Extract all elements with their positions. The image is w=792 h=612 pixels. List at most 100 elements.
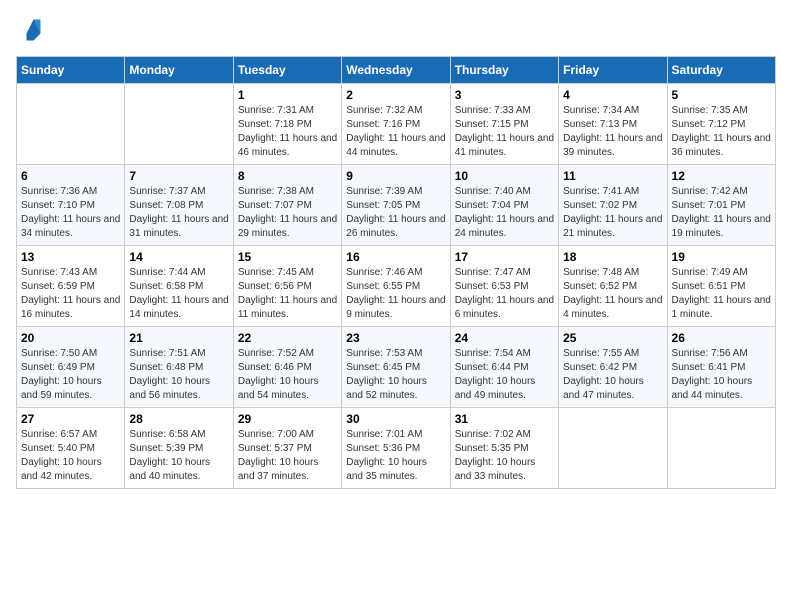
day-number: 1 — [238, 88, 337, 102]
calendar-week-3: 13 Sunrise: 7:43 AM Sunset: 6:59 PM Dayli… — [17, 246, 776, 327]
day-number: 26 — [672, 331, 771, 345]
day-header-friday: Friday — [559, 57, 667, 84]
calendar-cell: 12Sunrise: 7:42 AM Sunset: 7:01 PM Dayli… — [667, 165, 775, 246]
calendar-week-1: 1 Sunrise: 7:31 AM Sunset: 7:18 PM Daylig… — [17, 84, 776, 165]
day-info: Sunrise: 7:34 AM Sunset: 7:13 PM Dayligh… — [563, 104, 662, 160]
calendar-cell: 27 Sunrise: 6:57 AM Sunset: 5:40 PM Dayli… — [17, 408, 125, 489]
day-number: 16 — [346, 250, 445, 264]
calendar-cell: 7 Sunrise: 7:37 AM Sunset: 7:08 PM Daylig… — [125, 165, 233, 246]
day-number: 22 — [238, 331, 337, 345]
day-number: 27 — [21, 412, 120, 426]
calendar-cell: 26 Sunrise: 7:56 AM Sunset: 6:41 PM Dayli… — [667, 327, 775, 408]
day-number: 8 — [238, 169, 337, 183]
calendar-table: SundayMondayTuesdayWednesdayThursdayFrid… — [16, 56, 776, 489]
day-info: Sunrise: 7:47 AM Sunset: 6:53 PM Dayligh… — [455, 266, 554, 322]
day-info: Sunrise: 7:39 AM Sunset: 7:05 PM Dayligh… — [346, 185, 445, 241]
day-header-tuesday: Tuesday — [233, 57, 341, 84]
day-header-wednesday: Wednesday — [342, 57, 450, 84]
day-number: 17 — [455, 250, 554, 264]
calendar-week-4: 20 Sunrise: 7:50 AM Sunset: 6:49 PM Dayli… — [17, 327, 776, 408]
calendar-cell: 24Sunrise: 7:54 AM Sunset: 6:44 PM Dayli… — [450, 327, 558, 408]
day-info: Sunrise: 7:54 AM Sunset: 6:44 PM Dayligh… — [455, 347, 554, 403]
day-number: 28 — [129, 412, 228, 426]
day-info: Sunrise: 7:53 AM Sunset: 6:45 PM Dayligh… — [346, 347, 445, 403]
calendar-cell: 18 Sunrise: 7:48 AM Sunset: 6:52 PM Dayli… — [559, 246, 667, 327]
day-number: 21 — [129, 331, 228, 345]
day-info: Sunrise: 7:31 AM Sunset: 7:18 PM Dayligh… — [238, 104, 337, 160]
day-info: Sunrise: 7:37 AM Sunset: 7:08 PM Dayligh… — [129, 185, 228, 241]
day-number: 30 — [346, 412, 445, 426]
day-number: 14 — [129, 250, 228, 264]
day-number: 13 — [21, 250, 120, 264]
day-number: 7 — [129, 169, 228, 183]
calendar-cell: 16 Sunrise: 7:46 AM Sunset: 6:55 PM Dayli… — [342, 246, 450, 327]
day-info: Sunrise: 7:50 AM Sunset: 6:49 PM Dayligh… — [21, 347, 120, 403]
day-info: Sunrise: 7:48 AM Sunset: 6:52 PM Dayligh… — [563, 266, 662, 322]
day-info: Sunrise: 7:35 AM Sunset: 7:12 PM Dayligh… — [672, 104, 771, 160]
day-info: Sunrise: 7:36 AM Sunset: 7:10 PM Dayligh… — [21, 185, 120, 241]
calendar-cell: 20 Sunrise: 7:50 AM Sunset: 6:49 PM Dayli… — [17, 327, 125, 408]
calendar-cell: 21 Sunrise: 7:51 AM Sunset: 6:48 PM Dayli… — [125, 327, 233, 408]
calendar-cell: 3Sunrise: 7:33 AM Sunset: 7:15 PM Daylig… — [450, 84, 558, 165]
day-info: Sunrise: 7:44 AM Sunset: 6:58 PM Dayligh… — [129, 266, 228, 322]
calendar-cell: 5 Sunrise: 7:35 AM Sunset: 7:12 PM Daylig… — [667, 84, 775, 165]
day-header-thursday: Thursday — [450, 57, 558, 84]
day-info: Sunrise: 7:45 AM Sunset: 6:56 PM Dayligh… — [238, 266, 337, 322]
calendar-cell: 29 Sunrise: 7:00 AM Sunset: 5:37 PM Dayli… — [233, 408, 341, 489]
calendar-cell: 4 Sunrise: 7:34 AM Sunset: 7:13 PM Daylig… — [559, 84, 667, 165]
day-header-saturday: Saturday — [667, 57, 775, 84]
day-info: Sunrise: 7:56 AM Sunset: 6:41 PM Dayligh… — [672, 347, 771, 403]
day-info: Sunrise: 7:46 AM Sunset: 6:55 PM Dayligh… — [346, 266, 445, 322]
calendar-cell: 2 Sunrise: 7:32 AM Sunset: 7:16 PM Daylig… — [342, 84, 450, 165]
calendar-cell: 17 Sunrise: 7:47 AM Sunset: 6:53 PM Dayli… — [450, 246, 558, 327]
calendar-cell: 8Sunrise: 7:38 AM Sunset: 7:07 PM Daylig… — [233, 165, 341, 246]
day-info: Sunrise: 7:41 AM Sunset: 7:02 PM Dayligh… — [563, 185, 662, 241]
day-number: 11 — [563, 169, 662, 183]
day-number: 23 — [346, 331, 445, 345]
calendar-cell: 13 Sunrise: 7:43 AM Sunset: 6:59 PM Dayli… — [17, 246, 125, 327]
calendar-cell: 10Sunrise: 7:40 AM Sunset: 7:04 PM Dayli… — [450, 165, 558, 246]
calendar-cell — [667, 408, 775, 489]
calendar-cell: 23 Sunrise: 7:53 AM Sunset: 6:45 PM Dayli… — [342, 327, 450, 408]
day-info: Sunrise: 7:43 AM Sunset: 6:59 PM Dayligh… — [21, 266, 120, 322]
day-number: 2 — [346, 88, 445, 102]
calendar-week-5: 27 Sunrise: 6:57 AM Sunset: 5:40 PM Dayli… — [17, 408, 776, 489]
calendar-cell — [125, 84, 233, 165]
day-number: 9 — [346, 169, 445, 183]
day-number: 10 — [455, 169, 554, 183]
day-header-sunday: Sunday — [17, 57, 125, 84]
day-info: Sunrise: 7:02 AM Sunset: 5:35 PM Dayligh… — [455, 428, 554, 484]
calendar-cell: 25Sunrise: 7:55 AM Sunset: 6:42 PM Dayli… — [559, 327, 667, 408]
day-info: Sunrise: 7:00 AM Sunset: 5:37 PM Dayligh… — [238, 428, 337, 484]
logo — [16, 16, 48, 44]
calendar-cell: 14 Sunrise: 7:44 AM Sunset: 6:58 PM Dayli… — [125, 246, 233, 327]
day-number: 31 — [455, 412, 554, 426]
logo-icon — [16, 16, 44, 44]
day-number: 3 — [455, 88, 554, 102]
day-info: Sunrise: 6:57 AM Sunset: 5:40 PM Dayligh… — [21, 428, 120, 484]
day-number: 12 — [672, 169, 771, 183]
calendar-cell — [559, 408, 667, 489]
day-number: 18 — [563, 250, 662, 264]
calendar-cell: 31 Sunrise: 7:02 AM Sunset: 5:35 PM Dayli… — [450, 408, 558, 489]
day-number: 29 — [238, 412, 337, 426]
day-number: 20 — [21, 331, 120, 345]
calendar-cell: 19Sunrise: 7:49 AM Sunset: 6:51 PM Dayli… — [667, 246, 775, 327]
day-info: Sunrise: 7:49 AM Sunset: 6:51 PM Dayligh… — [672, 266, 771, 322]
day-info: Sunrise: 7:52 AM Sunset: 6:46 PM Dayligh… — [238, 347, 337, 403]
day-info: Sunrise: 6:58 AM Sunset: 5:39 PM Dayligh… — [129, 428, 228, 484]
calendar-week-2: 6 Sunrise: 7:36 AM Sunset: 7:10 PM Daylig… — [17, 165, 776, 246]
day-info: Sunrise: 7:32 AM Sunset: 7:16 PM Dayligh… — [346, 104, 445, 160]
calendar-cell: 1 Sunrise: 7:31 AM Sunset: 7:18 PM Daylig… — [233, 84, 341, 165]
day-number: 5 — [672, 88, 771, 102]
page-header — [16, 16, 776, 44]
day-number: 4 — [563, 88, 662, 102]
calendar-cell: 6 Sunrise: 7:36 AM Sunset: 7:10 PM Daylig… — [17, 165, 125, 246]
calendar-header-row: SundayMondayTuesdayWednesdayThursdayFrid… — [17, 57, 776, 84]
calendar-cell: 30Sunrise: 7:01 AM Sunset: 5:36 PM Dayli… — [342, 408, 450, 489]
calendar-cell — [17, 84, 125, 165]
day-number: 15 — [238, 250, 337, 264]
day-number: 25 — [563, 331, 662, 345]
day-info: Sunrise: 7:51 AM Sunset: 6:48 PM Dayligh… — [129, 347, 228, 403]
day-number: 6 — [21, 169, 120, 183]
